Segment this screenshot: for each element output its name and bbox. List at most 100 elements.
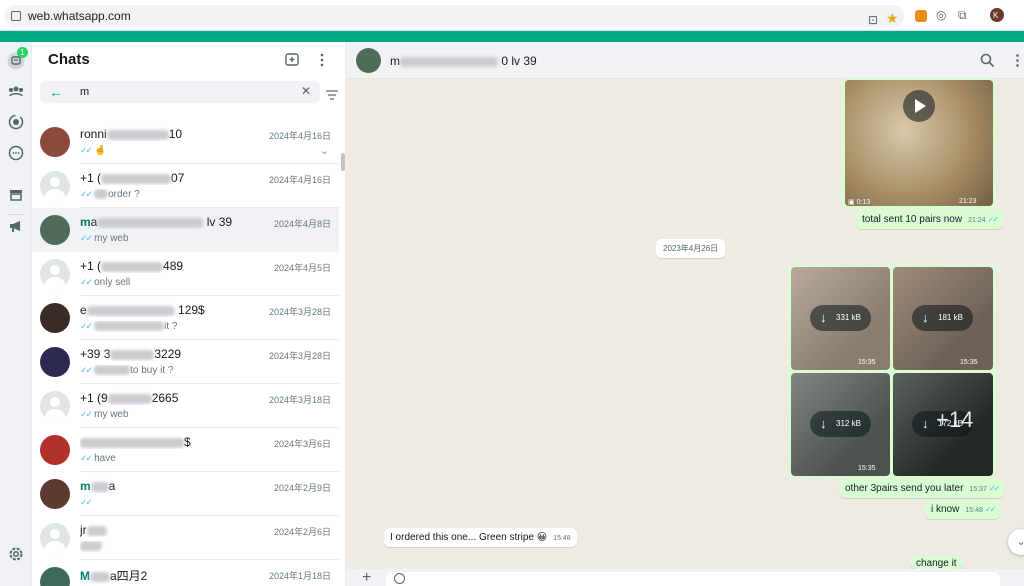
address-bar[interactable]: web.whatsapp.com ⊡ ★: [4, 5, 904, 27]
chat-preview: ✓✓ to buy it ?: [80, 365, 174, 376]
read-ticks-icon: ✓✓: [80, 409, 93, 419]
chat-preview: ✓✓ my web: [80, 233, 129, 244]
chat-row[interactable]: e 129$ 2024年3月28日 ✓✓ it ?: [32, 296, 339, 340]
message-bubble[interactable]: i know 15:48 ✓✓: [925, 500, 1001, 519]
chat-date: 2024年4月16日: [268, 131, 331, 141]
extension-icon[interactable]: [915, 10, 927, 22]
chat-date: 2024年3月28日: [268, 351, 331, 361]
date-separator: 2023年4月26日: [656, 239, 726, 258]
chat-preview: ✓✓ order ?: [80, 189, 140, 200]
message-input[interactable]: [386, 572, 1000, 586]
video-duration: ▣ 0:13: [848, 199, 871, 206]
read-ticks-icon: ✓✓: [80, 453, 93, 463]
avatar: [40, 215, 70, 245]
chat-name: +1 (489: [80, 259, 184, 273]
menu-icon[interactable]: [1010, 53, 1024, 68]
store-icon[interactable]: [7, 186, 25, 204]
chat-date: 2024年4月8日: [273, 219, 331, 229]
back-arrow-icon[interactable]: ←: [49, 84, 63, 100]
bookmark-star-icon[interactable]: ★: [886, 11, 899, 25]
contact-avatar[interactable]: [356, 48, 381, 73]
install-app-icon[interactable]: ⊡: [868, 13, 878, 27]
channels-icon[interactable]: [7, 144, 25, 162]
avatar: [40, 567, 70, 586]
chat-row[interactable]: Ma四月2 2024年1月18日: [32, 560, 339, 586]
chat-row[interactable]: $ 2024年3月6日 ✓✓ have: [32, 428, 339, 472]
download-button[interactable]: 331 kB: [810, 305, 871, 331]
search-box[interactable]: ← m ✕: [40, 81, 320, 103]
photo-album[interactable]: 331 kB 181 kB 312 kB 172 kB +14 15:35 15…: [788, 265, 996, 478]
search-input[interactable]: m: [80, 86, 89, 98]
menu-icon[interactable]: [314, 52, 330, 68]
chat-date: 2024年3月28日: [268, 307, 331, 317]
chat-row[interactable]: +1 (07 2024年4月16日 ✓✓ order ?: [32, 164, 339, 208]
filter-icon[interactable]: [326, 87, 338, 100]
chat-row[interactable]: ma lv 39 2024年4月8日 ✓✓ my web: [32, 208, 339, 252]
conversation-header[interactable]: m 0 lv 39: [346, 42, 1024, 79]
search-icon[interactable]: [980, 53, 995, 68]
chat-name: ma lv 39: [80, 215, 233, 229]
status-icon[interactable]: [7, 113, 25, 131]
chat-date: 2024年3月6日: [273, 439, 331, 449]
video-message[interactable]: ▣ 0:13 21:23: [842, 78, 996, 209]
avatar: [40, 347, 70, 377]
chat-row[interactable]: +39 3 3229 2024年3月28日 ✓✓ to buy it ?: [32, 340, 339, 384]
whatsapp-web-page: web.whatsapp.com ⊡ ★ ◎ ⧉ K 1 Chats ← m ✕…: [0, 0, 1024, 586]
browser-toolbar: web.whatsapp.com ⊡ ★ ◎ ⧉ K: [0, 0, 1024, 31]
chat-row[interactable]: jr 2024年2月6日: [32, 516, 339, 560]
chat-preview: ✓✓ my web: [80, 409, 129, 420]
extensions-puzzle-icon[interactable]: ⧉: [958, 8, 967, 22]
chat-date: 2024年4月5日: [273, 263, 331, 273]
profile-initial: K: [993, 11, 999, 20]
chat-name: +1 (9 2665: [80, 391, 179, 405]
emoji-icon[interactable]: [394, 573, 405, 584]
clear-search-icon[interactable]: ✕: [301, 84, 311, 98]
chat-row[interactable]: +1 (489 2024年4月5日 ✓✓ only sell: [32, 252, 339, 296]
avatar: [40, 259, 70, 289]
chat-preview: ✓✓: [80, 497, 280, 508]
download-button[interactable]: 312 kB: [810, 411, 871, 437]
chat-date: 2024年3月18日: [268, 395, 331, 405]
megaphone-icon[interactable]: [7, 217, 25, 235]
chat-name: ronni 10: [80, 127, 183, 141]
message-bubble[interactable]: I ordered this one... Green stripe 😀 15:4…: [384, 528, 577, 547]
chat-row[interactable]: ma 2024年2月9日 ✓✓: [32, 472, 339, 516]
read-ticks-icon: ✓✓: [988, 484, 1000, 493]
video-time: 21:23: [959, 198, 977, 205]
photo-time: 15:35: [858, 359, 876, 366]
nav-rail: 1: [0, 42, 32, 586]
chat-name: jr: [80, 523, 260, 537]
contact-name[interactable]: m 0 lv 39: [390, 54, 537, 68]
chat-list-panel: Chats ← m ✕ ronni 10 2024年4月16日 ✓✓ 🤞 ⌄ +…: [32, 42, 346, 586]
chat-name: +1 (07: [80, 171, 185, 185]
read-ticks-icon: ✓✓: [80, 189, 93, 199]
new-chat-icon[interactable]: [284, 52, 300, 68]
play-icon[interactable]: [903, 90, 935, 122]
chat-row[interactable]: +1 (9 2665 2024年3月18日 ✓✓ my web: [32, 384, 339, 428]
site-info-icon[interactable]: [11, 11, 21, 21]
read-ticks-icon: ✓✓: [80, 365, 93, 375]
chat-preview: ✓✓ only sell: [80, 277, 131, 288]
read-ticks-icon: ✓✓: [80, 233, 93, 243]
chat-name: +39 3 3229: [80, 347, 182, 361]
photo-time: 15:35: [960, 359, 978, 366]
chat-name: $: [80, 435, 260, 449]
chat-preview: ✓✓ have: [80, 453, 116, 464]
chevron-down-icon[interactable]: ⌄: [320, 144, 329, 157]
attach-plus-icon[interactable]: +: [362, 570, 371, 586]
settings-icon[interactable]: [7, 545, 25, 563]
message-bubble[interactable]: other 3pairs send you later 15:37 ✓✓: [839, 479, 1005, 498]
scroll-down-button[interactable]: ⌄: [1008, 529, 1024, 555]
more-photos-count: +14: [936, 407, 974, 432]
extension-sleep-icon[interactable]: ◎: [936, 8, 946, 22]
chat-date: 2024年1月18日: [268, 571, 331, 581]
chat-row[interactable]: ronni 10 2024年4月16日 ✓✓ 🤞 ⌄: [32, 120, 339, 164]
chat-name: Ma四月2: [80, 569, 148, 583]
message-bubble[interactable]: total sent 10 pairs now 21:24 ✓✓: [856, 210, 1003, 229]
read-ticks-icon: ✓✓: [987, 215, 999, 224]
message-bubble[interactable]: change it: [910, 556, 963, 569]
read-ticks-icon: ✓✓: [80, 145, 93, 155]
chats-title: Chats: [48, 51, 90, 68]
communities-icon[interactable]: [7, 82, 25, 100]
download-button[interactable]: 181 kB: [912, 305, 973, 331]
